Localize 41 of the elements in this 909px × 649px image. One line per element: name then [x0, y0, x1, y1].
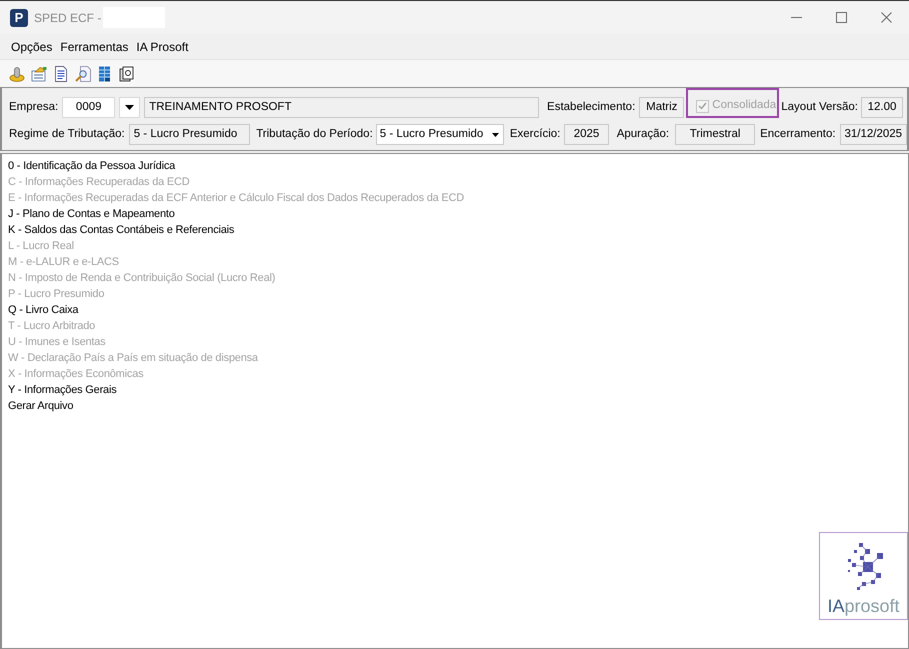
- list-item[interactable]: 0 - Identificação da Pessoa Jurídica: [8, 158, 176, 174]
- read-only-field: TREINAMENTO PROSOFT: [144, 97, 540, 118]
- read-only-field: 12.00: [861, 97, 903, 118]
- menu-item[interactable]: Ferramentas: [56, 38, 132, 56]
- list-item[interactable]: Y - Informações Gerais: [8, 382, 116, 398]
- field-label: Regime de Tributação:: [9, 126, 125, 142]
- field-label: Estabelecimento:: [547, 100, 636, 115]
- field-label: Empresa:: [9, 100, 58, 115]
- documents-icon[interactable]: [119, 66, 135, 82]
- spreadsheet-icon[interactable]: [97, 66, 113, 82]
- read-only-field: 2025: [564, 124, 609, 145]
- select-field[interactable]: 5 - Lucro Presumido: [376, 124, 504, 145]
- read-only-field: Trimestral: [675, 124, 756, 145]
- caret-icon: [125, 105, 134, 110]
- company-code-field[interactable]: 0009: [62, 97, 116, 118]
- checkbox-label: Consolidada: [712, 98, 776, 114]
- list-item[interactable]: Gerar Arquivo: [8, 398, 74, 414]
- menu-item[interactable]: Opções: [7, 38, 56, 56]
- caret-icon: [492, 132, 500, 136]
- app-logo: P: [10, 8, 28, 26]
- field-label: Encerramento:: [760, 126, 836, 142]
- read-only-field: 31/12/2025: [840, 124, 907, 145]
- window-title: SPED ECF -: [34, 10, 102, 26]
- field-label: Apuração:: [616, 126, 670, 142]
- maximize-icon[interactable]: [836, 12, 847, 23]
- list-item[interactable]: K - Saldos das Contas Contábeis e Referenciais: [8, 222, 234, 238]
- hand-document-icon[interactable]: [31, 66, 47, 82]
- read-only-field: 5 - Lucro Presumido: [128, 124, 250, 145]
- list-item[interactable]: J - Plano de Contas e Mapeamento: [8, 206, 175, 222]
- menu-item[interactable]: IA Prosoft: [132, 38, 192, 56]
- document-magnifier-icon[interactable]: [75, 66, 91, 82]
- dropdown-button[interactable]: [119, 97, 140, 118]
- read-only-field: Matriz: [639, 97, 684, 118]
- field-label: Layout Versão:: [781, 100, 858, 115]
- field-label: Exercício:: [510, 126, 560, 142]
- knob-icon[interactable]: [9, 66, 25, 82]
- close-icon[interactable]: [881, 12, 892, 23]
- document-icon[interactable]: [53, 66, 69, 82]
- list-item[interactable]: Q - Livro Caixa: [8, 302, 78, 318]
- field-label: Tributação do Período:: [256, 126, 373, 142]
- logo-text: IAprosoft: [827, 596, 900, 616]
